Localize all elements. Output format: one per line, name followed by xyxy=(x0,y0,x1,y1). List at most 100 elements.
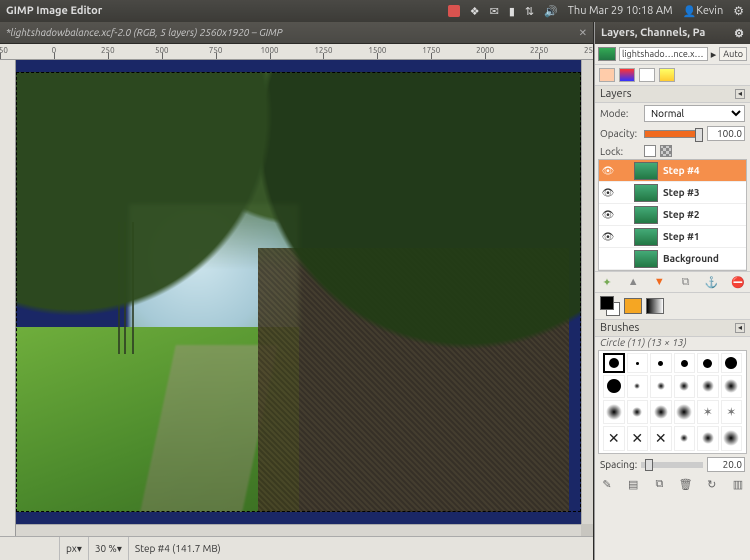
tab-layers-icon[interactable] xyxy=(599,68,615,82)
brush-item[interactable] xyxy=(627,353,649,373)
brush-item[interactable] xyxy=(603,426,625,451)
layers-list[interactable]: Step #4 Step #3 Step #2 Step #1 Background xyxy=(598,159,747,271)
layer-thumbnail[interactable] xyxy=(634,184,658,202)
layer-row[interactable]: Background xyxy=(599,248,746,270)
layer-visibility-icon[interactable] xyxy=(599,187,617,199)
image-content[interactable] xyxy=(16,72,581,512)
brush-item[interactable] xyxy=(674,353,696,373)
layer-visibility-icon[interactable] xyxy=(599,165,617,177)
tab-undo-icon[interactable] xyxy=(659,68,675,82)
lock-alpha-checkbox[interactable] xyxy=(660,145,672,157)
layer-name[interactable]: Step #1 xyxy=(661,231,746,242)
open-brush-button[interactable]: ▥ xyxy=(731,478,745,492)
pattern-swatch[interactable] xyxy=(624,298,642,314)
mail-icon[interactable]: ✉ xyxy=(490,5,499,18)
brush-item[interactable] xyxy=(650,375,672,397)
user-menu[interactable]: 👤 Kevin xyxy=(683,5,724,18)
image-selector-thumb[interactable] xyxy=(598,47,616,61)
opacity-slider[interactable] xyxy=(644,130,703,138)
brush-item[interactable] xyxy=(697,375,719,397)
system-gear-icon[interactable] xyxy=(733,4,744,18)
volume-icon[interactable]: 🔊 xyxy=(544,5,558,18)
lower-layer-button[interactable] xyxy=(652,275,666,289)
navigation-icon[interactable] xyxy=(581,524,593,536)
gear-icon[interactable]: ⚙ xyxy=(734,27,744,40)
bluetooth-icon[interactable]: ❖ xyxy=(470,5,480,18)
network-icon[interactable]: ⇅ xyxy=(525,5,534,18)
layer-name[interactable]: Step #4 xyxy=(661,165,746,176)
image-selector-dropdown[interactable]: lightshado…nce.xcf-2 xyxy=(619,47,708,61)
unit-selector[interactable]: px ▾ xyxy=(60,537,89,560)
mode-dropdown[interactable]: Normal xyxy=(644,105,745,122)
brushes-panel-menu-icon[interactable]: ◂ xyxy=(735,323,745,333)
record-indicator-icon[interactable] xyxy=(448,5,460,17)
brush-item[interactable] xyxy=(603,400,625,424)
layer-name[interactable]: Background xyxy=(661,253,746,264)
layer-opacity-row: Opacity: 100.0 xyxy=(595,124,750,143)
layer-visibility-icon[interactable] xyxy=(599,231,617,243)
image-titlebar[interactable]: *lightshadowbalance.xcf-2.0 (RGB, 5 laye… xyxy=(0,22,593,44)
ruler-vertical[interactable] xyxy=(0,60,16,536)
close-icon[interactable]: ✕ xyxy=(579,27,587,39)
raise-layer-button[interactable] xyxy=(626,275,640,289)
spacing-slider[interactable] xyxy=(641,462,703,468)
layer-thumbnail[interactable] xyxy=(634,250,658,268)
layer-thumbnail[interactable] xyxy=(634,228,658,246)
brush-item[interactable] xyxy=(697,400,719,424)
spacing-input[interactable]: 20.0 xyxy=(707,457,745,472)
scrollbar-vertical[interactable] xyxy=(581,60,593,524)
new-layer-button[interactable] xyxy=(600,275,614,289)
clock[interactable]: Thu Mar 29 10:18 AM xyxy=(568,5,673,17)
edit-brush-button[interactable]: ✎ xyxy=(600,478,614,492)
refresh-brush-button[interactable]: ↻ xyxy=(705,478,719,492)
layer-name[interactable]: Step #2 xyxy=(661,209,746,220)
layer-thumbnail[interactable] xyxy=(634,162,658,180)
duplicate-brush-button[interactable]: ⧉ xyxy=(652,478,666,492)
layer-name[interactable]: Step #3 xyxy=(661,187,746,198)
layer-row[interactable]: Step #1 xyxy=(599,226,746,248)
brush-item[interactable] xyxy=(650,400,672,424)
brush-item[interactable] xyxy=(650,426,672,451)
brush-item[interactable] xyxy=(627,400,649,424)
dock-titlebar[interactable]: Layers, Channels, Pa ⚙ xyxy=(595,22,750,44)
ruler-horizontal[interactable]: -250025050075010001250150017502000225025… xyxy=(0,44,593,60)
lock-pixels-checkbox[interactable] xyxy=(644,145,656,157)
scrollbar-horizontal[interactable] xyxy=(16,524,581,536)
tab-channels-icon[interactable] xyxy=(619,68,635,82)
layer-visibility-icon[interactable] xyxy=(599,209,617,221)
canvas-viewport[interactable] xyxy=(16,60,593,536)
battery-icon[interactable]: ▮ xyxy=(509,5,515,18)
brush-item[interactable] xyxy=(603,375,625,397)
brush-item[interactable] xyxy=(650,353,672,373)
layer-row[interactable]: Step #4 xyxy=(599,160,746,182)
fg-bg-swatch[interactable] xyxy=(600,296,620,316)
image-selector-arrow-icon[interactable]: ▸ xyxy=(711,48,717,61)
brush-item[interactable] xyxy=(721,353,743,373)
layer-row[interactable]: Step #2 xyxy=(599,204,746,226)
brush-item[interactable] xyxy=(721,400,743,424)
zoom-selector[interactable]: 30 % ▾ xyxy=(89,537,129,560)
tab-paths-icon[interactable] xyxy=(639,68,655,82)
layer-row[interactable]: Step #3 xyxy=(599,182,746,204)
duplicate-layer-button[interactable] xyxy=(679,275,693,289)
delete-layer-button[interactable] xyxy=(731,275,745,289)
brush-item[interactable] xyxy=(674,426,696,451)
brush-item[interactable] xyxy=(674,400,696,424)
brush-item[interactable] xyxy=(721,375,743,397)
brush-grid[interactable] xyxy=(598,350,747,454)
auto-button[interactable]: Auto xyxy=(719,47,747,61)
brush-item[interactable] xyxy=(697,353,719,373)
gradient-swatch[interactable] xyxy=(646,298,664,314)
brush-item[interactable] xyxy=(674,375,696,397)
brush-item[interactable] xyxy=(721,426,743,451)
brush-item[interactable] xyxy=(697,426,719,451)
anchor-layer-button[interactable] xyxy=(705,275,719,289)
brush-item[interactable] xyxy=(603,353,625,373)
layer-thumbnail[interactable] xyxy=(634,206,658,224)
delete-brush-button[interactable]: 🗑 xyxy=(679,478,693,492)
brush-item[interactable] xyxy=(627,375,649,397)
new-brush-button[interactable]: ▤ xyxy=(626,478,640,492)
brush-item[interactable] xyxy=(627,426,649,451)
layers-panel-menu-icon[interactable]: ◂ xyxy=(735,89,745,99)
opacity-input[interactable]: 100.0 xyxy=(707,126,745,141)
